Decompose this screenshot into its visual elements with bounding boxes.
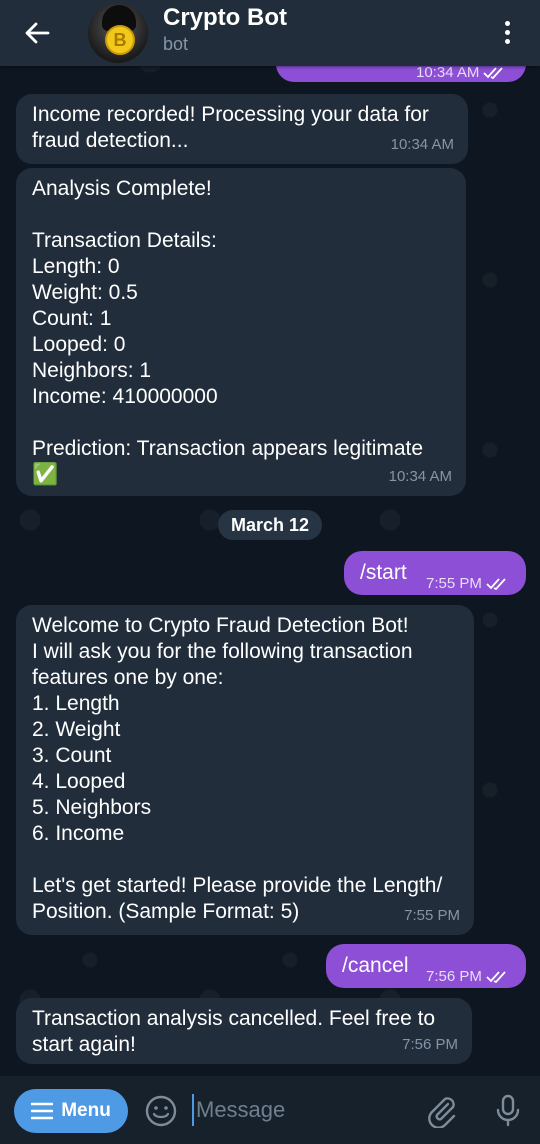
double-check-icon [486, 578, 506, 590]
double-check-icon [483, 67, 504, 79]
chat-subtitle: bot [163, 34, 189, 54]
bot-menu-button[interactable]: Menu [14, 1089, 128, 1133]
more-vert-icon [504, 38, 510, 44]
back-button[interactable] [16, 13, 58, 53]
chat-header: B Crypto Bot bot [0, 0, 540, 66]
incoming-message-cancelled[interactable]: Transaction analysis cancelled. Feel fre… [16, 998, 472, 1064]
message-text: Income recorded! Processing your data fo… [32, 103, 435, 152]
outgoing-message-text: /start [360, 561, 407, 584]
more-options-button[interactable] [492, 12, 522, 52]
outgoing-message-time: 7:56 PM [426, 964, 508, 990]
outgoing-message-time: 7:55 PM [426, 571, 508, 597]
message-input[interactable] [192, 1094, 392, 1126]
message-input-bar: Menu [0, 1076, 540, 1144]
emoji-button[interactable] [143, 1093, 179, 1129]
mic-icon [496, 1094, 520, 1127]
attach-icon [428, 1097, 456, 1129]
bitcoin-coin-icon: B [105, 25, 135, 55]
message-time: 10:34 AM [388, 468, 452, 485]
more-vert-icon [504, 20, 510, 26]
emoji-icon [145, 1095, 177, 1127]
menu-lines-icon [31, 1102, 54, 1120]
message-time: 10:34 AM [390, 136, 454, 153]
message-text: Analysis Complete! Transaction Details: … [32, 177, 424, 486]
outgoing-message-cancel[interactable]: /cancel 7:56 PM [326, 944, 526, 988]
date-separator: March 12 [218, 510, 322, 540]
incoming-message[interactable]: Income recorded! Processing your data fo… [16, 94, 468, 164]
avatar[interactable]: B [88, 3, 148, 63]
chat-title[interactable]: Crypto Bot [163, 4, 287, 32]
attach-button[interactable] [424, 1092, 460, 1129]
message-time: 7:56 PM [402, 1036, 458, 1053]
message-time-label: 7:56 PM [426, 968, 482, 985]
message-time: 7:55 PM [404, 907, 460, 924]
more-vert-icon [504, 29, 510, 35]
message-time-label: 7:55 PM [426, 575, 482, 592]
double-check-icon [486, 971, 506, 983]
message-text: Transaction analysis cancelled. Feel fre… [32, 1007, 441, 1056]
message-text: Welcome to Crypto Fraud Detection Bot! I… [32, 614, 443, 923]
voice-record-button[interactable] [490, 1092, 526, 1128]
outgoing-message-start[interactable]: /start 7:55 PM [344, 551, 526, 595]
back-arrow-icon [25, 22, 50, 44]
menu-button-label: Menu [61, 1100, 111, 1121]
outgoing-message-text: /cancel [342, 954, 409, 977]
incoming-message-analysis[interactable]: Analysis Complete! Transaction Details: … [16, 168, 466, 496]
chat-screen: 410000000 10:34 AM Income recorded! Proc… [0, 0, 540, 1144]
incoming-message-welcome[interactable]: Welcome to Crypto Fraud Detection Bot! I… [16, 605, 474, 935]
